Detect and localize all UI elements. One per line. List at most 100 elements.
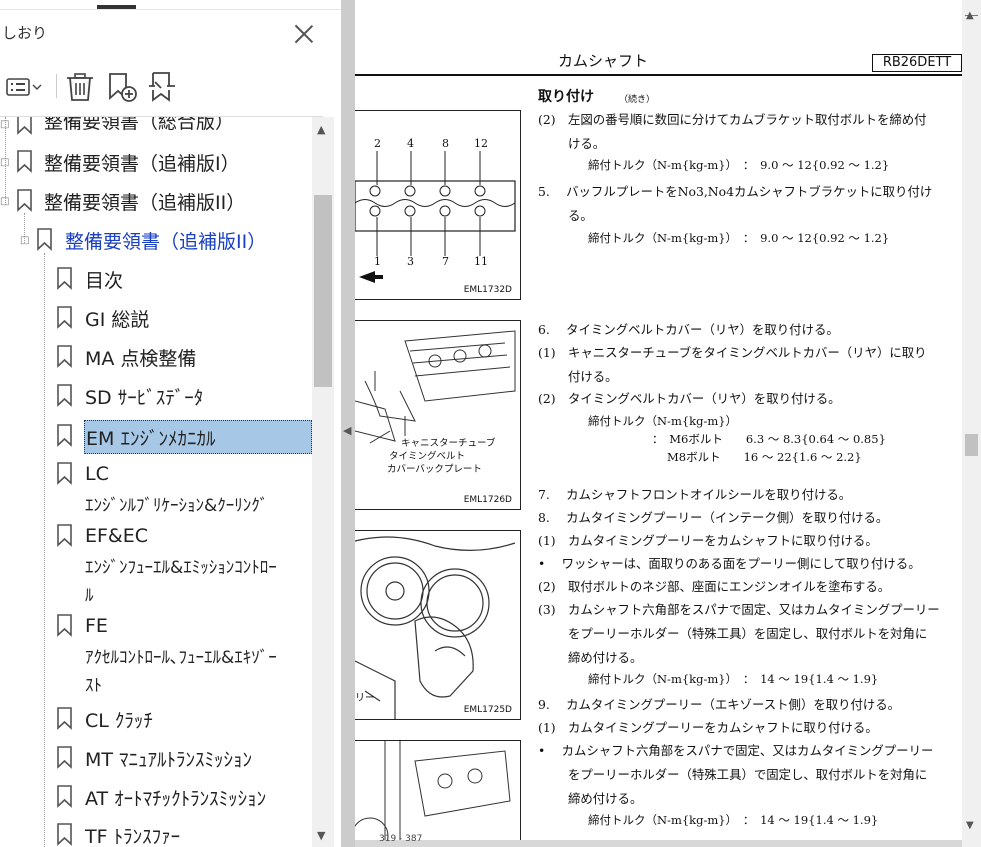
step-text: 締め付ける。 — [568, 650, 643, 665]
close-icon[interactable] — [290, 20, 318, 48]
bookmark-item[interactable]: MT ﾏﾆｭｱﾙﾄﾗﾝｽﾐｯｼｮﾝ — [0, 745, 312, 773]
bookmark-item[interactable]: SD ｻｰﾋﾞｽﾃﾞｰﾀ — [0, 383, 312, 411]
torque-spec: M8ボルト 16 ～ 22{1.6 ～ 2.2} — [667, 450, 862, 464]
bookmark-label: SD ｻｰﾋﾞｽﾃﾞｰﾀ — [85, 387, 204, 409]
collapse-toggle[interactable]: □ — [20, 235, 29, 246]
step-text: • ワッシャーは、面取りのある面をプーリー側にして取り付ける。 — [538, 556, 921, 571]
bookmark-item-selected[interactable]: EM ｴﾝｼﾞﾝﾒｶﾆｶﾙ — [0, 420, 312, 454]
bolt-number: 3 — [407, 255, 414, 268]
bookmark-icon — [57, 306, 72, 329]
scroll-down-icon[interactable]: ▼ — [966, 820, 974, 831]
bookmark-label: MA 点検整備 — [85, 348, 197, 370]
bookmark-label: 整備要領書（総合版） — [44, 117, 235, 133]
callout-label: キャニスターチューブ — [401, 438, 496, 449]
bookmark-item[interactable]: LC ｴﾝｼﾞﾝﾙﾌﾞﾘｹｰｼｮﾝ&ｸｰﾘﾝｸﾞ — [0, 461, 312, 519]
bookmark-item[interactable]: EF&EC ｴﾝｼﾞﾝﾌｭｰｴﾙ&ｴﾐｯｼｮﾝｺﾝﾄﾛｰ ﾙ — [0, 523, 312, 609]
trash-icon[interactable] — [64, 66, 96, 106]
bookmark-tree: □ 整備要領書（総合版） □ 整備要領書（追補版I） □ 整備要領書（追補版II… — [0, 117, 312, 847]
document-scrollbar[interactable]: ▲ ▼ — [962, 0, 981, 847]
bookmark-label: EM ｴﾝｼﾞﾝﾒｶﾆｶﾙ — [86, 428, 216, 450]
bookmark-label: LC — [85, 463, 109, 485]
bookmark-icon — [37, 228, 52, 251]
horizontal-scrollbar[interactable]: 319 - 387 — [355, 834, 962, 847]
bookmark-item[interactable]: 目次 — [0, 266, 312, 294]
bookmark-icon — [57, 384, 72, 407]
bookmark-label-line2: ｴﾝｼﾞﾝﾙﾌﾞﾘｹｰｼｮﾝ&ｸｰﾘﾝｸﾞ — [85, 496, 269, 516]
bookmark-item[interactable]: FE ｱｸｾﾙｺﾝﾄﾛｰﾙ､ﾌｭｰｴﾙ&ｴｷｿﾞｰ ｽﾄ — [0, 613, 312, 699]
collapse-toggle[interactable]: □ — [0, 119, 9, 130]
bookmark-label: MT ﾏﾆｭｱﾙﾄﾗﾝｽﾐｯｼｮﾝ — [85, 749, 253, 771]
torque-spec: ： M6ボルト 6.3 ～ 8.3{0.64 ～ 0.85} — [652, 432, 886, 446]
panel-top-bar — [0, 0, 341, 10]
bookmark-label: GI 総説 — [85, 309, 150, 331]
header-rule — [355, 74, 962, 76]
bookmark-icon — [57, 823, 72, 846]
page-indicator: 319 - 387 — [379, 834, 423, 844]
bookmark-icon — [57, 424, 72, 447]
step-text: (3) カムシャフト六角部をスパナで固定、又はカムタイミングプーリー — [538, 602, 940, 617]
bookmark-item[interactable]: □ 整備要領書（追補版II） — [0, 188, 312, 216]
bookmark-label: 目次 — [85, 270, 124, 292]
panel-title: しおり — [2, 24, 48, 42]
bookmark-find-icon[interactable] — [145, 66, 181, 106]
step-text: ける。 — [568, 136, 606, 151]
scrollbar-thumb[interactable] — [314, 195, 332, 387]
scroll-up-icon[interactable]: ▲ — [317, 123, 325, 136]
bolt-number: 4 — [407, 137, 414, 150]
bookmark-label: FE — [85, 615, 108, 637]
callout-label: カバーバックプレート — [387, 464, 482, 475]
step-text: をプーリーホルダー（特殊工具）で固定し、取付ボルトを対角に — [568, 767, 928, 782]
bookmark-icon — [57, 614, 72, 637]
bookmark-item[interactable]: GI 総説 — [0, 305, 312, 333]
bookmarks-scrollbar[interactable]: ▲ ▼ — [312, 117, 334, 847]
bookmark-label: TF ﾄﾗﾝｽﾌｧｰ — [85, 826, 181, 847]
bookmark-item[interactable]: TF ﾄﾗﾝｽﾌｧｰ — [0, 822, 312, 847]
scrollbar-thumb[interactable] — [965, 434, 978, 456]
figure-code: EML1725D — [463, 705, 512, 715]
bookmark-label: CL ｸﾗｯﾁ — [85, 710, 153, 732]
bookmark-add-icon[interactable] — [104, 66, 140, 106]
scroll-down-icon[interactable]: ▼ — [317, 829, 325, 842]
step-text: (1) カムタイミングプーリーをカムシャフトに取り付ける。 — [538, 533, 878, 548]
bookmark-item[interactable]: □ 整備要領書（追補版II） — [0, 227, 312, 255]
bolt-number: 2 — [374, 137, 381, 150]
bookmarks-toolbar — [0, 62, 341, 114]
bookmark-item[interactable]: AT ｵｰﾄﾏﾁｯｸﾄﾗﾝｽﾐｯｼｮﾝ — [0, 784, 312, 812]
bookmark-label-line3: ｽﾄ — [85, 676, 102, 696]
scroll-up-icon[interactable]: ▲ — [966, 10, 974, 21]
step-text: 8. カムタイミングプーリー（インテーク側）を取り付ける。 — [538, 510, 889, 525]
list-options-icon[interactable] — [4, 66, 44, 106]
belt-cover-diagram — [355, 330, 516, 444]
bookmark-label: AT ｵｰﾄﾏﾁｯｸﾄﾗﾝｽﾐｯｼｮﾝ — [85, 788, 267, 810]
partial-label: リー — [355, 693, 375, 704]
bookmark-icon — [57, 462, 72, 485]
bolt-number: 12 — [474, 137, 488, 150]
collapse-toggle[interactable]: □ — [0, 196, 9, 207]
callout-label: タイミングベルト — [389, 451, 466, 462]
step-text: 6. タイミングベルトカバー（リヤ）を取り付ける。 — [538, 322, 839, 337]
bolt-number: 11 — [474, 255, 488, 268]
step-text: 7. カムシャフトフロントオイルシールを取り付ける。 — [538, 487, 852, 502]
bolt-number: 7 — [442, 255, 449, 268]
bookmark-item[interactable]: MA 点検整備 — [0, 344, 312, 372]
bookmark-icon — [57, 345, 72, 368]
figure-intake-pulley: リー EML1725D — [355, 530, 521, 720]
collapse-panel-icon[interactable]: ◀ — [343, 424, 351, 437]
step-text: (2) 取付ボルトのネジ部、座面にエンジンオイルを塗布する。 — [538, 579, 891, 594]
pdf-page: カムシャフト RB26DETT 2 4 8 12 1 3 7 11 EML173… — [355, 0, 962, 847]
section-heading: 取り付け — [538, 89, 594, 105]
torque-spec: 締付トルク（N-m{kg-m}） — [588, 414, 738, 428]
bookmark-item[interactable]: CL ｸﾗｯﾁ — [0, 706, 312, 734]
bookmark-item[interactable]: □ 整備要領書（総合版） — [0, 117, 312, 139]
figure-code: EML1726D — [463, 495, 512, 505]
torque-spec: 締付トルク（N-m{kg-m}） ： 14 ～ 19{1.4 ～ 1.9} — [588, 813, 879, 827]
bolt-number: 8 — [442, 137, 449, 150]
step-text: (2) 左図の番号順に数回に分けてカムブラケット取付ボルトを締め付 — [538, 112, 927, 127]
collapse-toggle[interactable]: □ — [0, 157, 9, 168]
step-text: をプーリーホルダー（特殊工具）を固定し、取付ボルトを対角に — [568, 626, 928, 641]
figure-code: EML1732D — [463, 285, 512, 295]
panel-splitter[interactable]: ◀ — [341, 0, 355, 847]
bookmark-item[interactable]: □ 整備要領書（追補版I） — [0, 149, 312, 177]
bookmark-icon — [57, 785, 72, 808]
exhaust-pulley-diagram — [355, 741, 511, 847]
